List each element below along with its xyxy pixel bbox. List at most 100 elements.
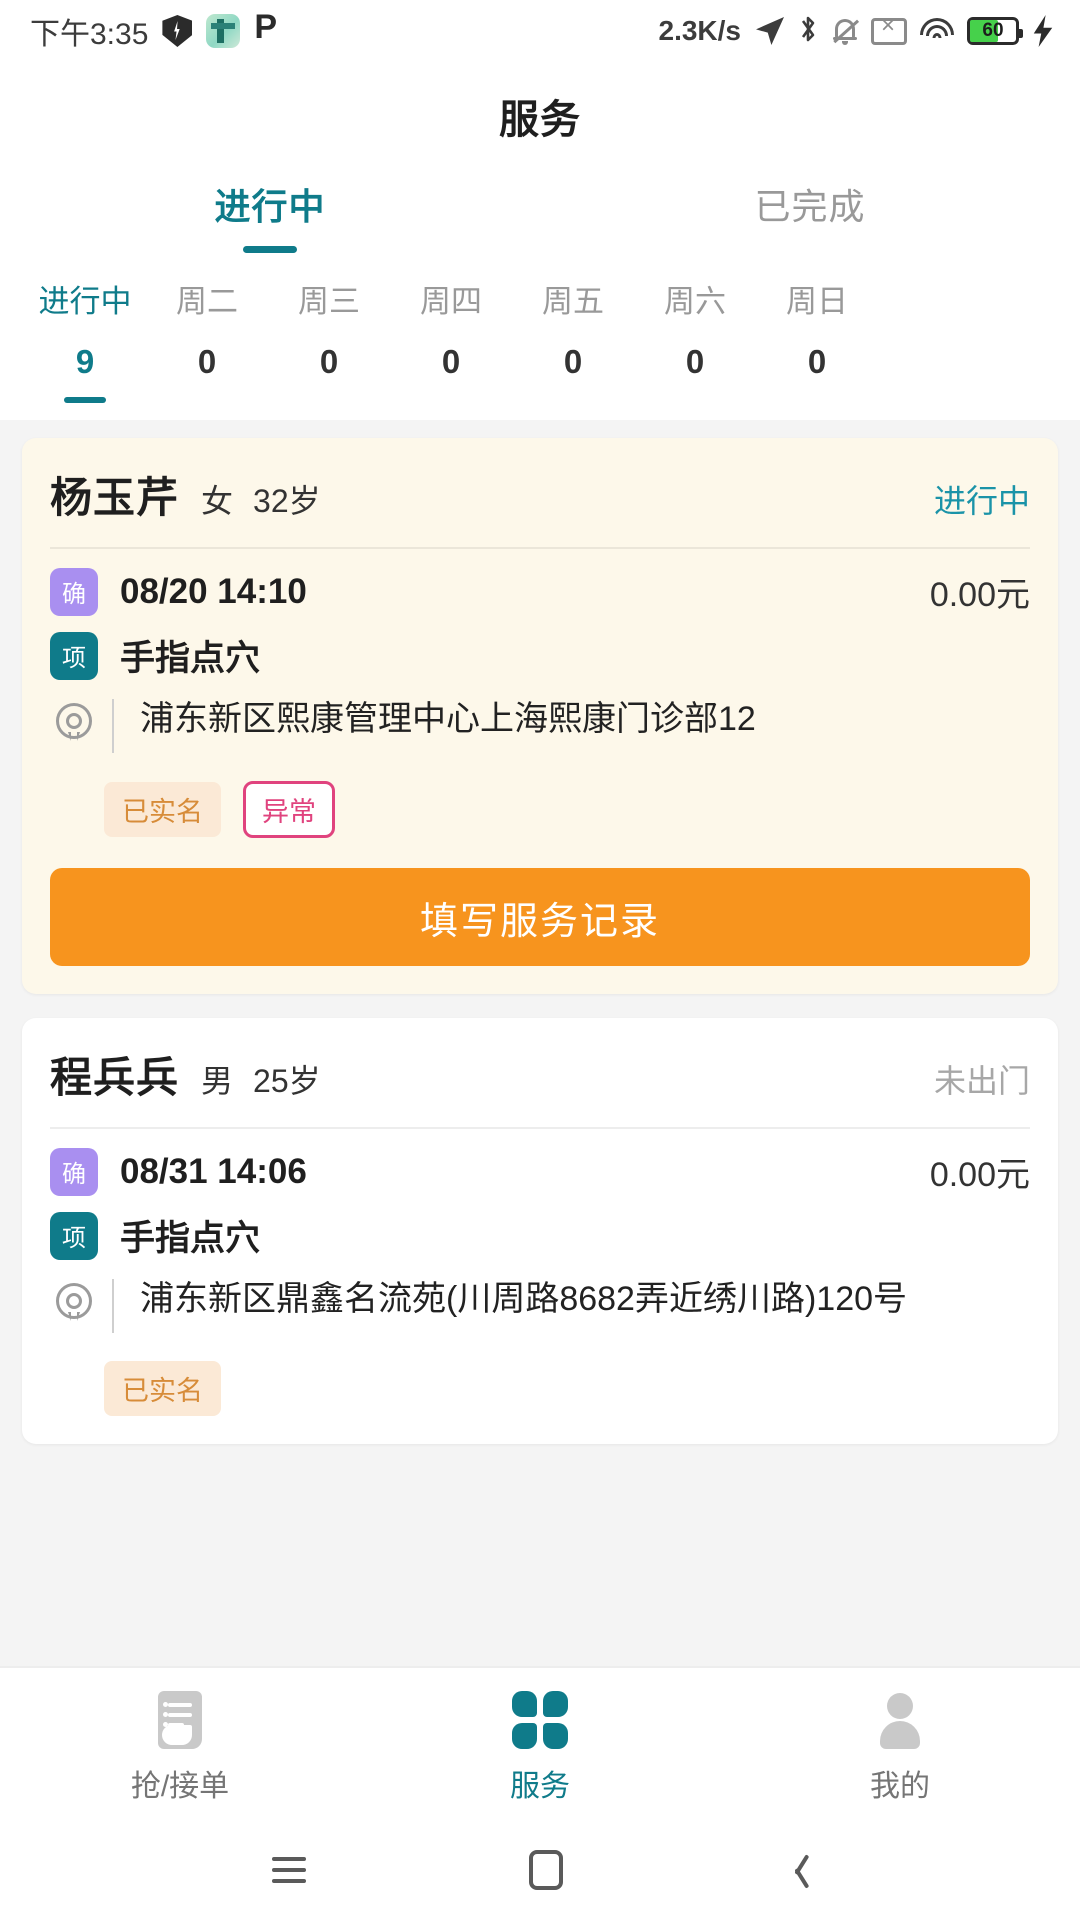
tab-completed[interactable]: 已完成 bbox=[540, 170, 1080, 270]
status-time: 下午3:35 bbox=[30, 18, 149, 51]
tag-verified: 已实名 bbox=[104, 1361, 221, 1416]
status-bar-left: 下午3:35 bbox=[30, 9, 282, 53]
nav-item-orders-label: 抢/接单 bbox=[130, 1770, 230, 1803]
tag-abnormal: 异常 bbox=[243, 781, 335, 838]
tab-ongoing-indicator bbox=[243, 246, 297, 253]
back-chevron-icon[interactable] bbox=[786, 1852, 810, 1889]
day-tab-indicator bbox=[64, 397, 106, 403]
nav-item-service[interactable]: 服务 bbox=[360, 1668, 720, 1820]
appointment-row: 确 08/31 14:06 0.00元 bbox=[50, 1147, 1030, 1196]
tag-verified: 已实名 bbox=[104, 782, 221, 837]
address-row[interactable]: 浦东新区熙康管理中心上海熙康门诊部12 bbox=[50, 697, 1030, 755]
nav-item-profile[interactable]: 我的 bbox=[720, 1668, 1080, 1820]
card-divider bbox=[50, 1127, 1030, 1129]
service-list[interactable]: 杨玉芹 女 32岁 进行中 确 08/20 14:10 0.00元 项 手指点穴 bbox=[0, 420, 1080, 1666]
card-divider bbox=[50, 547, 1030, 549]
status-badge: 进行中 bbox=[933, 483, 1030, 519]
day-tab-indicator bbox=[552, 397, 594, 403]
day-tab-count: 0 bbox=[441, 343, 461, 380]
shield-bolt-icon bbox=[162, 15, 193, 47]
day-tab-label: 周二 bbox=[176, 284, 238, 319]
service-card[interactable]: 杨玉芹 女 32岁 进行中 确 08/20 14:10 0.00元 项 手指点穴 bbox=[22, 438, 1058, 994]
day-tab-ongoing[interactable]: 进行中 9 bbox=[24, 270, 146, 420]
day-tab-indicator bbox=[186, 397, 228, 403]
app-icon bbox=[206, 14, 241, 48]
patient-name: 杨玉芹 bbox=[50, 474, 180, 521]
battery-level: 60 bbox=[982, 20, 1004, 41]
day-tab-count: 9 bbox=[75, 343, 95, 380]
fill-service-record-button[interactable]: 填写服务记录 bbox=[50, 868, 1030, 966]
day-tab-fri[interactable]: 周五 0 bbox=[512, 270, 634, 420]
tab-ongoing-label: 进行中 bbox=[214, 186, 326, 227]
day-tab-tue[interactable]: 周二 0 bbox=[146, 270, 268, 420]
address-text: 浦东新区鼎鑫名流苑(川周路8682弄近绣川路)120号 bbox=[140, 1280, 908, 1318]
appointment-datetime: 08/20 14:10 bbox=[120, 571, 307, 611]
network-speed: 2.3K/s bbox=[658, 15, 742, 46]
day-tab-label: 周五 bbox=[542, 284, 604, 319]
patient-age: 25岁 bbox=[253, 1063, 321, 1099]
appointment-datetime: 08/31 14:06 bbox=[120, 1151, 307, 1191]
day-tab-indicator bbox=[308, 397, 350, 403]
day-tab-strip[interactable]: 进行中 9 周二 0 周三 0 周四 0 周五 0 周六 0 周日 0 bbox=[0, 270, 1080, 420]
address-separator bbox=[112, 699, 114, 753]
appointment-row: 确 08/20 14:10 0.00元 bbox=[50, 567, 1030, 616]
status-bar: 下午3:35 2.3K/s 60 bbox=[0, 0, 1080, 62]
patient-sex: 女 bbox=[201, 483, 234, 519]
recents-menu-icon[interactable] bbox=[271, 1857, 306, 1883]
card-header: 程兵兵 男 25岁 未出门 bbox=[50, 1044, 1030, 1127]
day-tab-label: 进行中 bbox=[38, 284, 132, 319]
day-tab-label: 周日 bbox=[786, 284, 848, 319]
sim-disabled-icon bbox=[871, 14, 907, 45]
day-tab-label: 周四 bbox=[420, 284, 482, 319]
day-tab-thu[interactable]: 周四 0 bbox=[390, 270, 512, 420]
bell-muted-icon bbox=[832, 16, 859, 46]
project-row: 项 手指点穴 bbox=[50, 630, 1030, 681]
address-row[interactable]: 浦东新区鼎鑫名流苑(川周路8682弄近绣川路)120号 bbox=[50, 1277, 1030, 1335]
confirm-badge-icon: 确 bbox=[50, 1147, 98, 1196]
project-badge-icon: 项 bbox=[50, 631, 98, 680]
page-title: 服务 bbox=[499, 98, 581, 142]
bluetooth-icon bbox=[797, 13, 819, 50]
day-tab-wed[interactable]: 周三 0 bbox=[268, 270, 390, 420]
grid-icon bbox=[512, 1691, 568, 1749]
day-tab-label: 周三 bbox=[298, 284, 360, 319]
appointment-price: 0.00元 bbox=[929, 1156, 1030, 1194]
p-icon bbox=[254, 10, 282, 47]
project-name: 手指点穴 bbox=[120, 1219, 261, 1258]
location-pin-icon bbox=[50, 701, 98, 753]
app-header: 服务 bbox=[0, 62, 1080, 170]
tab-ongoing[interactable]: 进行中 bbox=[0, 170, 540, 270]
tag-list: 已实名 异常 bbox=[50, 781, 1030, 838]
day-tab-count: 0 bbox=[197, 343, 217, 380]
location-arrow-icon bbox=[756, 17, 784, 45]
address-text: 浦东新区熙康管理中心上海熙康门诊部12 bbox=[140, 700, 756, 738]
tag-list: 已实名 bbox=[50, 1361, 1030, 1416]
day-tab-count: 0 bbox=[685, 343, 705, 380]
tab-completed-label: 已完成 bbox=[754, 186, 866, 227]
project-row: 项 手指点穴 bbox=[50, 1210, 1030, 1261]
patient-sex: 男 bbox=[201, 1063, 234, 1099]
day-tab-indicator bbox=[674, 397, 716, 403]
address-separator bbox=[112, 1279, 114, 1333]
day-tab-count: 0 bbox=[319, 343, 339, 380]
day-tab-sat[interactable]: 周六 0 bbox=[634, 270, 756, 420]
day-tab-count: 0 bbox=[563, 343, 583, 380]
nav-item-orders[interactable]: 抢/接单 bbox=[0, 1668, 360, 1820]
day-tab-indicator bbox=[796, 397, 838, 403]
battery-icon: 60 bbox=[967, 17, 1023, 45]
appointment-price: 0.00元 bbox=[929, 576, 1030, 614]
day-tab-label: 周六 bbox=[664, 284, 726, 319]
service-card[interactable]: 程兵兵 男 25岁 未出门 确 08/31 14:06 0.00元 项 手指点穴 bbox=[22, 1018, 1058, 1444]
phone-screen: 下午3:35 2.3K/s 60 服务 bbox=[0, 0, 1080, 1920]
day-tab-indicator bbox=[430, 397, 472, 403]
order-list-icon bbox=[152, 1691, 208, 1749]
day-tab-sun[interactable]: 周日 0 bbox=[756, 270, 878, 420]
home-icon[interactable] bbox=[528, 1850, 563, 1890]
patient-age: 32岁 bbox=[253, 483, 321, 519]
project-name: 手指点穴 bbox=[120, 639, 261, 678]
system-navigation-bar bbox=[0, 1820, 1080, 1920]
patient-name: 程兵兵 bbox=[50, 1054, 180, 1101]
project-badge-icon: 项 bbox=[50, 1211, 98, 1260]
bottom-navigation: 抢/接单 服务 我的 bbox=[0, 1666, 1080, 1820]
status-bar-right: 2.3K/s 60 bbox=[659, 13, 1055, 50]
